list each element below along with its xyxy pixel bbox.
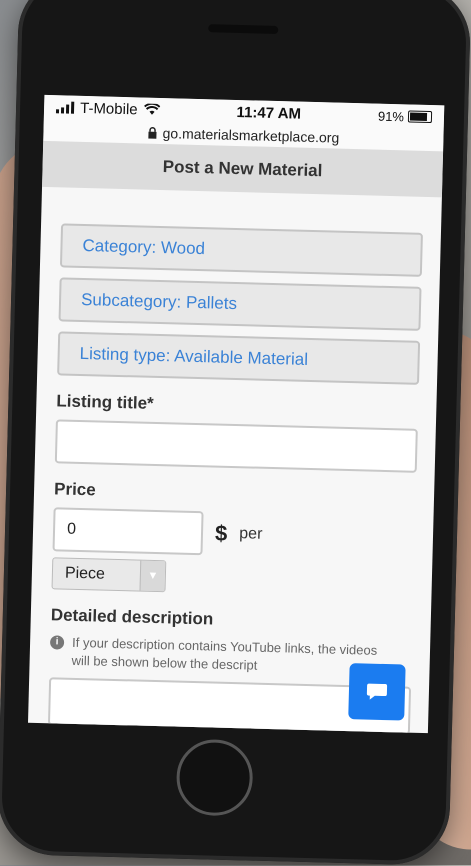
info-icon: i bbox=[49, 635, 65, 650]
battery-percent: 91% bbox=[377, 108, 405, 124]
phone: T-Mobile 11:47 AM 91% go.materialsmarket… bbox=[0, 0, 471, 866]
description-label: Detailed description bbox=[50, 605, 214, 629]
post-form: Category: Wood Subcategory: Pallets List… bbox=[28, 187, 442, 734]
currency-symbol: $ bbox=[214, 520, 228, 546]
subcategory-button[interactable]: Subcategory: Pallets bbox=[58, 277, 422, 331]
category-button[interactable]: Category: Wood bbox=[59, 223, 423, 277]
phone-speaker bbox=[208, 24, 279, 35]
listing-title-label: Listing title* bbox=[56, 391, 154, 413]
wifi-icon bbox=[143, 103, 160, 115]
per-label: per bbox=[239, 525, 263, 543]
carrier-label: T-Mobile bbox=[79, 99, 138, 118]
phone-screen: T-Mobile 11:47 AM 91% go.materialsmarket… bbox=[28, 94, 445, 734]
unit-select-value: Piece bbox=[64, 564, 106, 583]
unit-select[interactable]: Piece ▼ bbox=[51, 557, 167, 593]
home-button[interactable] bbox=[175, 738, 254, 817]
lock-icon bbox=[148, 127, 157, 139]
price-label: Price bbox=[53, 479, 96, 500]
listing-title-input[interactable] bbox=[54, 419, 418, 473]
chat-button[interactable] bbox=[348, 663, 406, 721]
status-time: 11:47 AM bbox=[236, 103, 302, 123]
signal-icon bbox=[55, 101, 75, 114]
url-text: go.materialsmarketplace.org bbox=[162, 125, 340, 146]
price-row: 0 $ per bbox=[52, 507, 416, 560]
price-input[interactable]: 0 bbox=[52, 507, 204, 556]
description-note-text: If your description contains YouTube lin… bbox=[71, 634, 378, 673]
battery-icon bbox=[407, 110, 433, 124]
chevron-down-icon: ▼ bbox=[139, 560, 166, 592]
chat-icon bbox=[366, 683, 388, 700]
listing-type-button[interactable]: Listing type: Available Material bbox=[57, 331, 421, 385]
